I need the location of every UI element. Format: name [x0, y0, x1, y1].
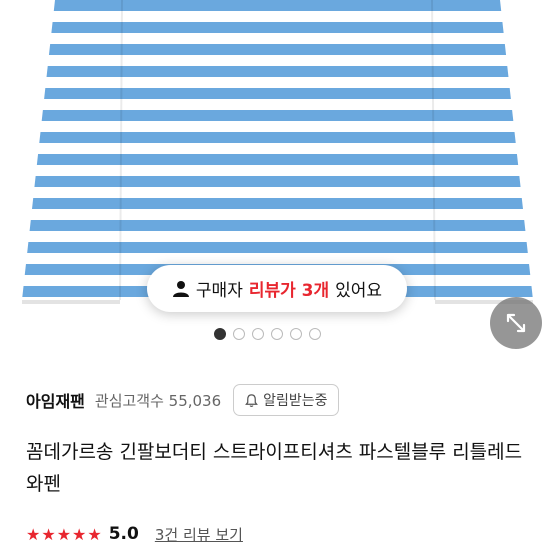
buyer-review-pill[interactable]: 구매자 리뷰가 3개 있어요 — [147, 265, 407, 312]
carousel-dot-5[interactable] — [290, 328, 302, 340]
rating-stars-icon: ★★★★★ — [26, 524, 103, 544]
rating-score: 5.0 — [108, 524, 139, 544]
carousel-indicator — [214, 328, 321, 340]
carousel-dot-2[interactable] — [233, 328, 245, 340]
carousel-dot-1[interactable] — [214, 328, 226, 340]
interest-count: 관심고객수 55,036 — [94, 391, 222, 410]
rating-row: ★★★★★ 5.0 3건 리뷰 보기 — [26, 520, 243, 548]
view-reviews-link[interactable]: 3건 리뷰 보기 — [155, 524, 243, 545]
bell-icon — [245, 393, 259, 407]
alarm-label: 알림받는중 — [263, 393, 328, 409]
carousel-dot-4[interactable] — [271, 328, 283, 340]
review-pill-suffix: 있어요 — [335, 281, 383, 301]
product-image[interactable]: 구매자 리뷰가 3개 있어요 — [0, 0, 555, 360]
review-pill-prefix: 구매자 — [195, 281, 243, 301]
review-pill-highlight: 리뷰가 3개 — [248, 281, 330, 301]
shop-name[interactable]: 아임재팬 — [26, 388, 85, 412]
expand-icon — [506, 313, 526, 333]
product-title: 꼼데가르송 긴팔보더티 스트라이프티셔츠 파스텔블루 리틀레드와펜 — [26, 441, 523, 495]
shop-info-row: 아임재팬 관심고객수 55,036 알림받는중 — [26, 384, 339, 416]
person-icon — [172, 280, 189, 297]
expand-image-button[interactable] — [490, 297, 542, 349]
alarm-subscribed-button[interactable]: 알림받는중 — [233, 384, 339, 416]
carousel-dot-6[interactable] — [309, 328, 321, 340]
carousel-dot-3[interactable] — [252, 328, 264, 340]
